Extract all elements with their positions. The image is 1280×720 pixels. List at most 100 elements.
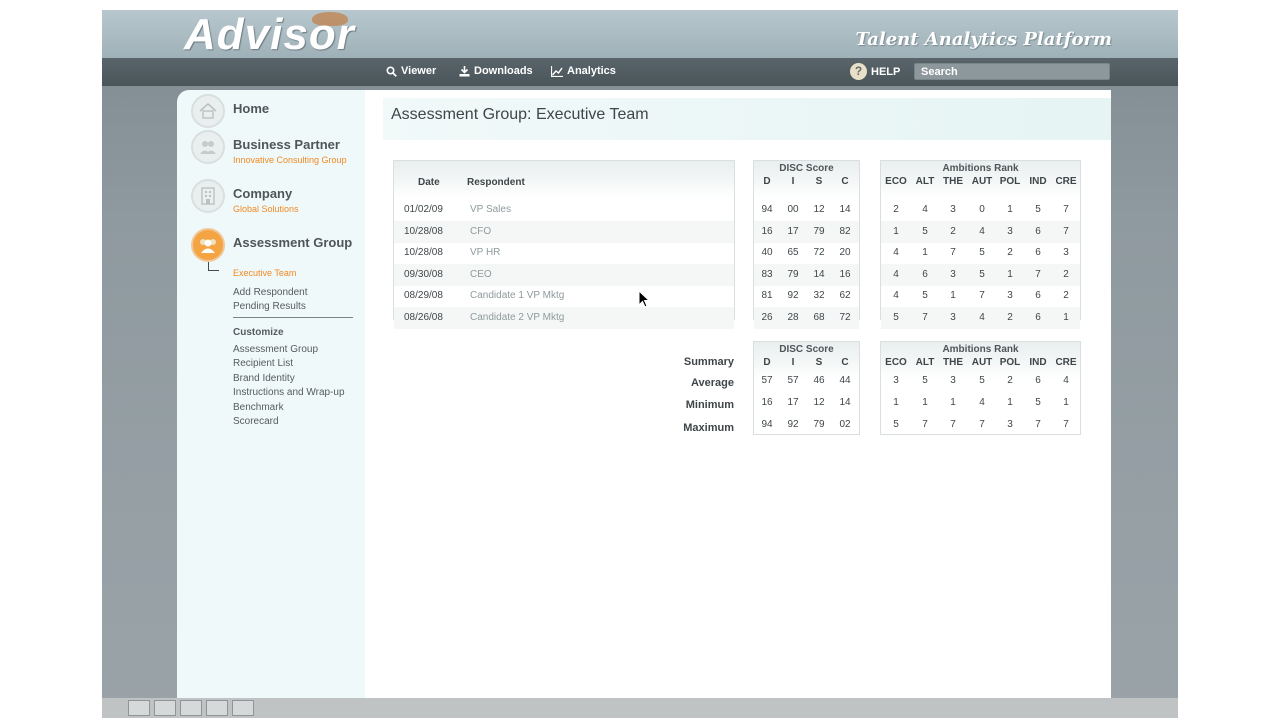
- summary-ambition-cell: 4: [1063, 375, 1069, 386]
- ambition-rank-cell: 4: [893, 290, 899, 301]
- ambitions-col: ALT: [915, 357, 935, 368]
- sidebar-customize-item[interactable]: Benchmark: [233, 402, 284, 413]
- ambition-rank-cell: 1: [1007, 204, 1013, 215]
- summary-disc-cell: 57: [787, 375, 799, 386]
- ambitions-header: Ambitions Rank ECO ALT THE AUT POL IND C…: [881, 161, 1080, 199]
- sidebar-customize-header: Customize: [233, 327, 284, 338]
- summary-ambition-cell: 1: [1063, 397, 1069, 408]
- disc-score-cell: 16: [839, 268, 851, 280]
- toolbar-button[interactable]: [128, 700, 150, 716]
- ambitions-rank-table: Ambitions Rank ECO ALT THE AUT POL IND C…: [880, 160, 1081, 329]
- disc-score-cell: 81: [761, 290, 773, 301]
- nav-downloads[interactable]: Downloads: [459, 65, 533, 77]
- nav-viewer[interactable]: Viewer: [386, 65, 436, 77]
- sidebar-add-respondent[interactable]: Add Respondent: [233, 287, 308, 298]
- ambition-rank-cell: 6: [1035, 247, 1041, 258]
- app-tagline: Talent Analytics Platform: [855, 29, 1112, 50]
- sidebar-executive-team[interactable]: Executive Team: [233, 268, 296, 278]
- summary-disc-cell: 79: [813, 419, 825, 430]
- nav-analytics[interactable]: Analytics: [551, 65, 616, 77]
- sidebar-customize-item[interactable]: Assessment Group: [233, 344, 318, 355]
- summary-row-label: Maximum: [683, 422, 734, 434]
- col-date: Date: [418, 177, 440, 188]
- ambitions-col: AUT: [971, 357, 993, 368]
- ambition-rank-cell: 7: [1063, 204, 1069, 215]
- disc-score-cell: 26: [761, 311, 773, 323]
- ambition-rank-cell: 5: [922, 225, 928, 237]
- disc-score-cell: 92: [787, 290, 799, 301]
- sidebar-customize-item[interactable]: Scorecard: [233, 416, 279, 427]
- app-logo[interactable]: Advisor: [184, 10, 355, 60]
- ambition-rank-cell: 4: [979, 225, 985, 237]
- sidebar-customize-item[interactable]: Instructions and Wrap-up: [233, 387, 345, 398]
- table-row: 2 4 3 0 1 5 7: [881, 199, 1080, 221]
- respondent-link[interactable]: CEO: [470, 269, 670, 280]
- ambition-rank-cell: 7: [950, 247, 956, 258]
- table-row: 5 7 7 7 3 7 7: [881, 414, 1080, 436]
- chart-icon: [551, 65, 563, 77]
- sidebar-item-home[interactable]: Home: [191, 94, 269, 128]
- sidebar-customize-item[interactable]: Recipient List: [233, 358, 293, 369]
- ambitions-col: CRE: [1055, 176, 1077, 187]
- summary-disc-cell: 02: [839, 419, 851, 430]
- summary-ambition-cell: 1: [922, 397, 928, 408]
- toolbar-button[interactable]: [232, 700, 254, 716]
- disc-score-cell: 79: [813, 225, 825, 237]
- table-row: 57 57 46 44: [754, 370, 859, 392]
- sidebar-pending-results[interactable]: Pending Results: [233, 301, 306, 312]
- ambition-rank-cell: 5: [979, 268, 985, 280]
- toolbar-button[interactable]: [180, 700, 202, 716]
- ambition-rank-cell: 5: [893, 311, 899, 323]
- summary-disc-cell: 92: [787, 419, 799, 430]
- mouse-cursor-icon: [638, 290, 650, 308]
- disc-score-cell: 72: [839, 311, 851, 323]
- respondent-link[interactable]: Candidate 2 VP Mktg: [470, 312, 670, 323]
- ambition-rank-cell: 5: [979, 247, 985, 258]
- ambition-rank-cell: 2: [950, 225, 956, 237]
- ambition-rank-cell: 3: [950, 268, 956, 280]
- summary-ambitions-title: Ambitions Rank: [942, 344, 1019, 355]
- search-input[interactable]: Search: [914, 63, 1110, 80]
- toolbar-button[interactable]: [154, 700, 176, 716]
- respondent-link[interactable]: VP Sales: [470, 204, 670, 215]
- ambitions-col: THE: [943, 357, 963, 368]
- summary-ambition-cell: 1: [893, 397, 899, 408]
- disc-score-cell: 00: [787, 204, 799, 215]
- sidebar-item-assessment-group[interactable]: Assessment Group: [191, 228, 352, 262]
- ambition-rank-cell: 4: [922, 204, 928, 215]
- sidebar-customize-item[interactable]: Brand Identity: [233, 373, 295, 384]
- summary-ambition-cell: 5: [893, 419, 899, 430]
- ambition-rank-cell: 4: [893, 268, 899, 280]
- ambition-rank-cell: 2: [893, 204, 899, 215]
- sidebar-company-sub[interactable]: Global Solutions: [233, 204, 299, 214]
- app-window: Advisor Talent Analytics Platform Viewer…: [102, 10, 1178, 718]
- magnifier-icon: [386, 65, 397, 77]
- respondent-link[interactable]: VP HR: [470, 247, 670, 258]
- disc-score-cell: 83: [761, 268, 773, 280]
- disc-score-cell: 62: [839, 290, 851, 301]
- table-row: 40 65 72 20: [754, 242, 859, 264]
- toolbar-button[interactable]: [206, 700, 228, 716]
- group-icon: [191, 228, 225, 262]
- respondent-link[interactable]: CFO: [470, 226, 670, 237]
- summary-disc-cell: 46: [813, 375, 825, 386]
- ambitions-col: IND: [1029, 176, 1047, 187]
- disc-score-cell: 65: [787, 247, 799, 258]
- summary-disc-cell: 16: [761, 397, 773, 408]
- page-title: Assessment Group: Executive Team: [391, 106, 649, 123]
- sidebar-business-partner-sub[interactable]: Innovative Consulting Group: [233, 155, 347, 165]
- summary-ambition-cell: 7: [950, 419, 956, 430]
- disc-col: C: [841, 357, 849, 368]
- sidebar-item-company[interactable]: Company Global Solutions: [191, 179, 299, 214]
- ambitions-col: IND: [1029, 357, 1047, 368]
- table-row: 81 92 32 62: [754, 285, 859, 307]
- page-header: Assessment Group: Executive Team: [383, 98, 1111, 140]
- summary-row-label: Minimum: [685, 399, 734, 411]
- summary-ambition-cell: 7: [1035, 419, 1041, 430]
- sidebar-home-label: Home: [233, 101, 270, 116]
- sidebar-item-business-partner[interactable]: Business Partner Innovative Consulting G…: [191, 130, 347, 165]
- ambition-rank-cell: 7: [1035, 268, 1041, 280]
- summary-ambition-cell: 2: [1007, 375, 1013, 386]
- help-button[interactable]: ? HELP: [850, 63, 900, 80]
- disc-col: D: [763, 176, 771, 187]
